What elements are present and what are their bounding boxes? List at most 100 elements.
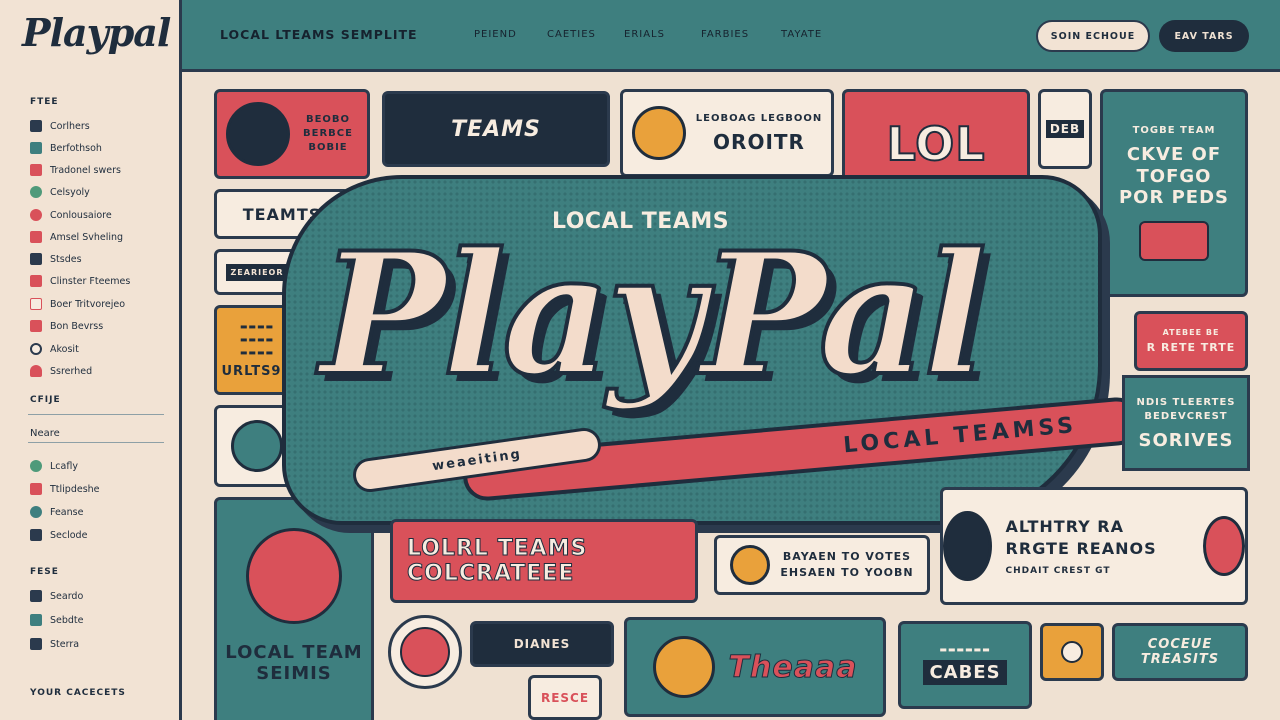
team-logo-icon xyxy=(400,627,450,677)
app-logo[interactable]: Playpal xyxy=(22,10,171,55)
sidebar-item-3[interactable]: Tradonel swers xyxy=(30,161,121,179)
link-icon xyxy=(30,590,42,602)
sidebar-item-6[interactable]: Amsel Svheling xyxy=(30,228,123,246)
team-card[interactable]: LEOBOAG LEGBOON OROITR xyxy=(620,89,834,177)
page-icon xyxy=(30,298,42,310)
nav-link-2[interactable]: CAETIES xyxy=(547,29,596,40)
nav-link-3[interactable]: ERIALS xyxy=(624,29,665,40)
card-title: LOL xyxy=(885,116,986,172)
sidebar-item-5[interactable]: Conlousaiore xyxy=(30,206,112,224)
card-title: OROITR xyxy=(713,129,805,154)
team-crest-icon xyxy=(246,528,342,624)
pen-icon xyxy=(30,164,42,176)
name-label: Neare xyxy=(30,428,60,439)
sidebar-section-title: CFIJE xyxy=(30,395,61,405)
sidebar-item-10[interactable]: Bon Bevrss xyxy=(30,317,103,335)
small-card[interactable]: RESCE xyxy=(528,675,602,720)
theaaa-card[interactable]: Theaaa xyxy=(624,617,886,717)
card-subtitle: NDIS TLEERTES BEDEVCREST xyxy=(1136,396,1236,422)
leaf-icon xyxy=(30,186,42,198)
divider xyxy=(28,414,164,415)
heart-icon xyxy=(30,320,42,332)
clock-icon xyxy=(30,343,42,355)
divider xyxy=(28,442,164,443)
card-title: DEB xyxy=(1045,120,1085,138)
play-badge-icon xyxy=(943,511,992,581)
play-icon xyxy=(30,638,42,650)
brush-icon xyxy=(30,614,42,626)
cocuee-card[interactable]: COCEUE TREASITS xyxy=(1112,623,1248,681)
nav-link-5[interactable]: TAYATE xyxy=(781,29,822,40)
card-subtitle: CHDAIT CREST GT xyxy=(1005,566,1111,577)
hero-title: PlayPal xyxy=(318,213,989,415)
sidebar-item-11[interactable]: Akosit xyxy=(30,340,79,358)
card-title: RESCE xyxy=(540,690,590,705)
sidebar-item-16[interactable]: Seclode xyxy=(30,526,87,544)
grid-icon xyxy=(30,120,42,132)
square-icon xyxy=(30,142,42,154)
logo-badge[interactable] xyxy=(388,615,462,689)
promo-card[interactable]: ATEBEE BE R RETE TRTE xyxy=(1134,311,1248,371)
mascot-icon xyxy=(631,106,686,160)
sidebar-item-9[interactable]: Boer Tritvorejeo xyxy=(30,295,125,313)
sidebar-item-8[interactable]: Clinster Fteemes xyxy=(30,272,130,290)
page-title: LOCAL LTEAMS SEMPLITE xyxy=(220,27,418,42)
sidebar-item-4[interactable]: Celsyoly xyxy=(30,183,90,201)
dianes-card[interactable]: DIANES xyxy=(470,621,614,667)
sidebar-item-12[interactable]: Ssrerhed xyxy=(30,362,92,380)
sidebar-item-15[interactable]: Feanse xyxy=(30,503,83,521)
grid-icon xyxy=(30,253,42,265)
small-card[interactable] xyxy=(1040,623,1104,681)
card-title: ALTHTRY RA RRGTE REANOS xyxy=(1005,516,1157,558)
hero-banner: LOCAL TEAMS PlayPal LOCAL TEAMSS weaeiti… xyxy=(282,175,1143,535)
teams-banner-card[interactable]: TEAMS xyxy=(382,91,610,167)
nav-link-1[interactable]: PEIEND xyxy=(474,29,517,40)
card-title: TEAMS xyxy=(451,116,541,142)
sidebar-item-13[interactable]: Lcafly xyxy=(30,457,78,475)
main-collage: BEOBO BERBCE BOBIE TEAMS LEOBOAG LEGBOON… xyxy=(182,75,1280,720)
mascot-icon xyxy=(231,420,283,472)
cta-button[interactable]: EAV TARS xyxy=(1159,20,1249,52)
nav-link-4[interactable]: FARBIES xyxy=(701,29,749,40)
sign-in-button[interactable]: SOIN ECHOUE xyxy=(1036,20,1150,52)
card-subtitle: TOGBE TEAM xyxy=(1132,125,1216,137)
sidebar-item-18[interactable]: Sebdte xyxy=(30,611,84,629)
card-title: CKVE OF TOFGO POR PEDS xyxy=(1118,144,1229,209)
arrow-icon xyxy=(30,231,42,243)
card-title: Theaaa xyxy=(728,649,858,685)
card-text: EHSAEN TO YOOBN xyxy=(780,566,914,579)
team-card[interactable]: BEOBO BERBCE BOBIE xyxy=(214,89,370,179)
sidebar-item-17[interactable]: Seardo xyxy=(30,587,83,605)
sidebar-item-7[interactable]: Stsdes xyxy=(30,250,82,268)
colcrate-card[interactable]: LOLRL TEAMS COLCRATEEE xyxy=(390,519,698,603)
card-subtitle: ATEBEE BE xyxy=(1162,328,1220,337)
card-title: SORIVES xyxy=(1138,429,1234,451)
vote-card[interactable]: BAYAEN TO VOTES EHSAEN TO YOOBN xyxy=(714,535,930,595)
sidebar-item-14[interactable]: Ttlipdeshe xyxy=(30,480,100,498)
card-title: ZEARIEOR xyxy=(226,263,288,281)
cabes-card[interactable]: ▬▬▬▬▬▬ CABES xyxy=(898,621,1032,709)
sidebar-section-title: FESE xyxy=(30,567,59,577)
sidebar-section-title: FTEE xyxy=(30,97,59,107)
card-title: R RETE TRTE xyxy=(1146,341,1236,354)
small-card[interactable]: DEB xyxy=(1038,89,1092,169)
reanos-card[interactable]: ALTHTRY RA RRGTE REANOS CHDAIT CREST GT xyxy=(940,487,1248,605)
card-text: BAYAEN TO VOTES xyxy=(782,549,912,563)
topbar: LOCAL LTEAMS SEMPLITE PEIEND CAETIES ERI… xyxy=(182,0,1280,72)
shield-icon xyxy=(30,483,42,495)
services-card[interactable]: NDIS TLEERTES BEDEVCREST SORIVES xyxy=(1122,375,1250,471)
badge-icon xyxy=(1061,641,1083,663)
sidebar-item-1[interactable]: Corlhers xyxy=(30,117,90,135)
vote-icon xyxy=(730,545,771,585)
stack-icon xyxy=(30,529,42,541)
city-skyline-icon xyxy=(226,102,290,166)
mascot-icon xyxy=(1203,516,1245,576)
team-logo-icon xyxy=(1139,220,1209,261)
sidebar-item-2[interactable]: Berfothsoh xyxy=(30,139,102,157)
feature-card[interactable]: TOGBE TEAM CKVE OF TOFGO POR PEDS xyxy=(1100,89,1248,297)
sidebar-item-19[interactable]: Sterra xyxy=(30,635,79,653)
card-title: COCEUE TREASITS xyxy=(1140,637,1220,667)
circle-icon xyxy=(30,209,42,221)
sidebar-footer[interactable]: YOUR CACECETS xyxy=(30,688,126,698)
tag-icon xyxy=(30,275,42,287)
